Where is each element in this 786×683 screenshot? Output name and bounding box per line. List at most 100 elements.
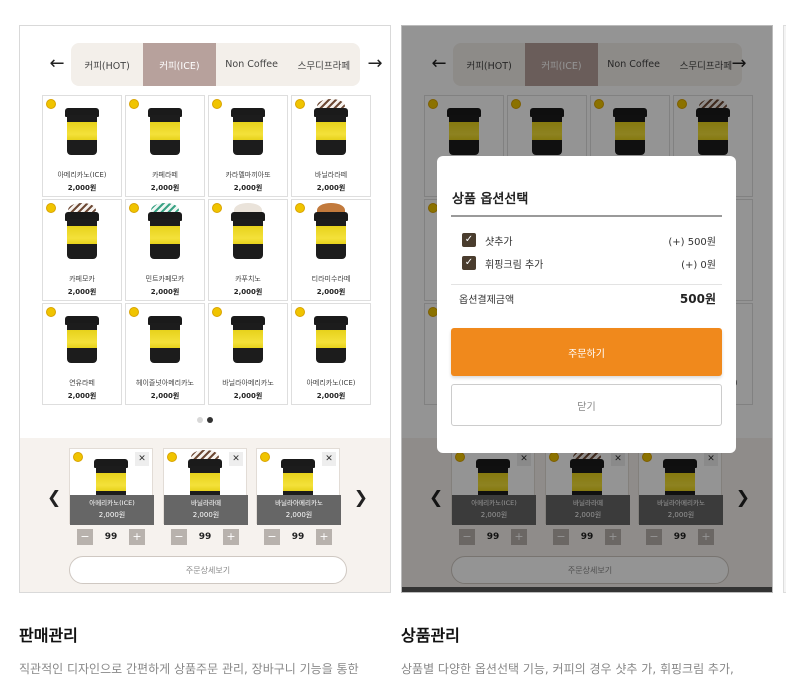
product-card[interactable]: 티라미수라떼 2,000원	[291, 199, 371, 301]
close-button[interactable]: 닫기	[451, 384, 722, 426]
cup-body	[233, 219, 263, 259]
cart-item-price: 2,000원	[285, 510, 313, 519]
product-price: 2,000원	[67, 392, 97, 400]
cart-next-icon[interactable]: ❯	[354, 488, 368, 508]
cart-prev-icon[interactable]: ❮	[47, 488, 61, 508]
coin-badge-icon	[46, 99, 56, 109]
product-name: 티라미수라떼	[311, 275, 351, 283]
total-divider	[451, 284, 722, 285]
close-icon[interactable]: ✕	[229, 452, 243, 466]
product-price: 2,000원	[67, 288, 97, 296]
cart-item-image: ✕ 바닐라라떼 2,000원	[163, 448, 248, 525]
cup-body	[316, 219, 346, 259]
modal-divider	[451, 215, 722, 217]
product-price: 2,000원	[233, 288, 263, 296]
category-tabs: 커피(HOT) 커피(ICE) Non Coffee 스무디프라페	[71, 43, 360, 86]
minus-icon[interactable]: −	[171, 529, 187, 545]
product-card[interactable]: 카푸치노 2,000원	[208, 199, 288, 301]
checkbox-checked-icon[interactable]: ✓	[462, 233, 476, 247]
cart-item-image: ✕ 바닐라아메리카노 2,000원	[256, 448, 341, 525]
product-price: 2,000원	[150, 392, 180, 400]
option-label: 휘핑크림 추가	[485, 259, 544, 271]
option-shot[interactable]: ✓ 샷추가 (+) 500원	[462, 232, 716, 248]
drink-image	[231, 203, 265, 259]
product-description: 상품별 다양한 옵션선택 기능, 커피의 경우 샷추 가, 휘핑크림 추가,	[401, 662, 734, 676]
cup-body	[67, 219, 97, 259]
drink-image	[148, 108, 182, 155]
option-label: 샷추가	[485, 236, 513, 248]
cup-body	[150, 323, 180, 363]
coin-badge-icon	[46, 203, 56, 213]
cart-item: ✕ 바닐라아메리카노 2,000원 − 99 +	[256, 448, 341, 558]
quantity-stepper: − 99 +	[163, 528, 247, 546]
cart-item-price: 2,000원	[192, 510, 220, 519]
plus-icon[interactable]: +	[316, 529, 332, 545]
screen-bottom-bar	[402, 587, 772, 592]
cart-item-name: 바닐라라떼	[191, 499, 221, 507]
drink-image	[148, 203, 182, 259]
drink-image	[148, 316, 182, 363]
coin-badge-icon	[167, 452, 177, 462]
drink-image	[65, 108, 99, 155]
close-icon[interactable]: ✕	[135, 452, 149, 466]
checkbox-checked-icon[interactable]: ✓	[462, 256, 476, 270]
quantity-value: 99	[104, 532, 118, 542]
tab-coffee-ice[interactable]: 커피(ICE)	[143, 43, 216, 86]
sales-heading: 판매관리	[19, 626, 78, 645]
product-card[interactable]: 카페모카 2,000원	[42, 199, 122, 301]
product-card[interactable]: 헤이즐넛아메리카노 2,000원	[125, 303, 205, 405]
cart-item-name: 아메리카노(ICE)	[89, 499, 135, 507]
option-price: (+) 0원	[681, 259, 716, 271]
drink-image	[314, 316, 348, 363]
product-card[interactable]: 민트카페모카 2,000원	[125, 199, 205, 301]
page-dot-active[interactable]	[207, 417, 213, 423]
plus-icon[interactable]: +	[129, 529, 145, 545]
minus-icon[interactable]: −	[264, 529, 280, 545]
product-price: 2,000원	[150, 288, 180, 296]
tab-smoothie[interactable]: 스무디프라페	[288, 43, 360, 86]
tab-non-coffee[interactable]: Non Coffee	[216, 43, 288, 86]
cup-body	[233, 323, 263, 363]
cup-body	[316, 115, 346, 155]
tab-prev-arrow-icon[interactable]: ←	[47, 52, 67, 76]
product-price: 2,000원	[316, 392, 346, 400]
cup-body	[233, 115, 263, 155]
drink-image	[314, 99, 348, 155]
coin-badge-icon	[295, 307, 305, 317]
product-card[interactable]: 카페라떼 2,000원	[125, 95, 205, 197]
order-detail-button[interactable]: 주문상세보기	[69, 556, 347, 584]
product-card[interactable]: 아메리카노(ICE) 2,000원	[291, 303, 371, 405]
product-price: 2,000원	[233, 184, 263, 192]
product-name: 카페모카	[69, 275, 95, 283]
product-name: 바닐라아메리카노	[222, 379, 274, 387]
product-card[interactable]: 바닐라아메리카노 2,000원	[208, 303, 288, 405]
coin-badge-icon	[260, 452, 270, 462]
order-button[interactable]: 주문하기	[451, 328, 722, 376]
product-name: 민트카페모카	[145, 275, 185, 283]
minus-icon[interactable]: −	[77, 529, 93, 545]
plus-icon[interactable]: +	[223, 529, 239, 545]
product-card[interactable]: 아메리카노(ICE) 2,000원	[42, 95, 122, 197]
coin-badge-icon	[212, 203, 222, 213]
product-card[interactable]: 카라멜마끼아또 2,000원	[208, 95, 288, 197]
tab-coffee-hot[interactable]: 커피(HOT)	[71, 43, 143, 86]
product-card[interactable]: 연유라떼 2,000원	[42, 303, 122, 405]
product-name: 헤이즐넛아메리카노	[136, 379, 194, 387]
option-whipped-cream[interactable]: ✓ 휘핑크림 추가 (+) 0원	[462, 255, 716, 271]
cup-body	[150, 115, 180, 155]
quantity-stepper: − 99 +	[69, 528, 153, 546]
tab-next-arrow-icon[interactable]: →	[365, 52, 385, 76]
option-modal: 상품 옵션선택 ✓ 샷추가 (+) 500원 ✓ 휘핑크림 추가 (+) 0원 …	[437, 156, 736, 453]
cart-item-name: 바닐라아메리카노	[275, 499, 323, 507]
quantity-value: 99	[291, 532, 305, 542]
total-value: 500원	[679, 292, 716, 306]
page-indicator	[20, 417, 390, 423]
close-icon[interactable]: ✕	[322, 452, 336, 466]
cart-area: ❮ ❯ 주문상세보기 ✕ 아메리카노(ICE) 2,000원 − 99 + ✕ 바닐라라떼 2,…	[20, 438, 390, 592]
product-name: 카푸치노	[235, 275, 261, 283]
cart-item-info: 바닐라라떼 2,000원	[164, 495, 248, 525]
modal-title: 상품 옵션선택	[452, 192, 529, 207]
product-card[interactable]: 바닐라라떼 2,000원	[291, 95, 371, 197]
option-total: 옵션결제금액 500원	[459, 290, 716, 307]
page-dot[interactable]	[197, 417, 203, 423]
